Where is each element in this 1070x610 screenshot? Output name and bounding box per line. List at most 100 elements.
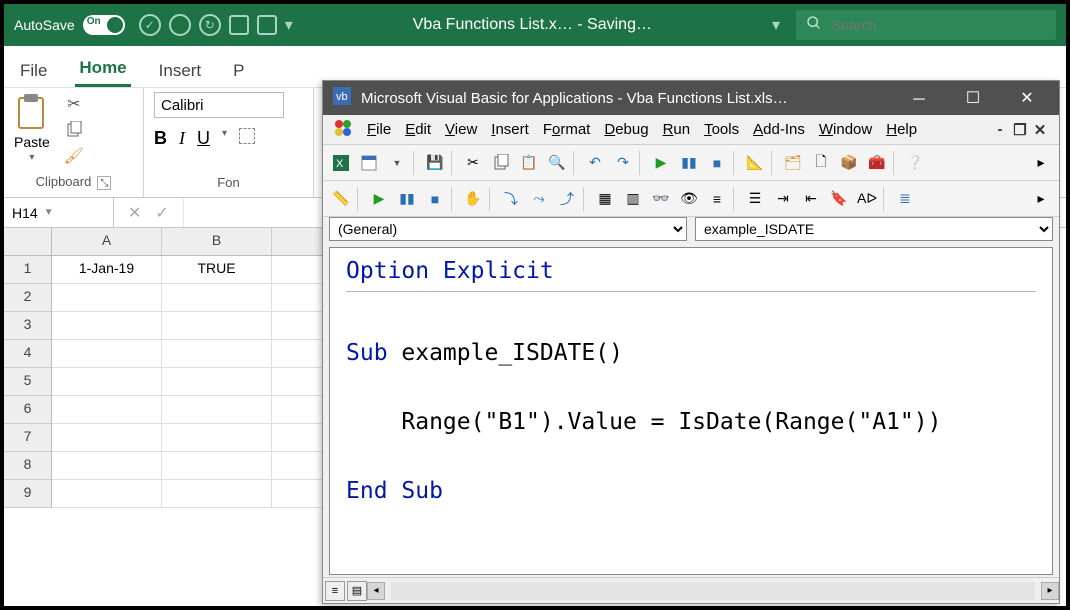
menu-tools[interactable]: Tools bbox=[704, 121, 739, 138]
menu-window[interactable]: Window bbox=[819, 121, 872, 138]
select-all-corner[interactable] bbox=[4, 228, 52, 256]
cell[interactable] bbox=[52, 368, 162, 396]
cell[interactable] bbox=[162, 368, 272, 396]
history-icon[interactable]: ↻ bbox=[199, 14, 221, 36]
enter-formula-icon[interactable]: ✓ bbox=[155, 203, 168, 223]
cancel-formula-icon[interactable]: ✕ bbox=[128, 203, 141, 223]
edit-tool-5[interactable]: Aᐅ bbox=[855, 187, 879, 211]
reset-button[interactable]: ■ bbox=[705, 151, 729, 175]
cut-button[interactable]: ✂ bbox=[60, 92, 88, 116]
step-into-button[interactable]: ⤵ bbox=[499, 187, 523, 211]
minimize-button[interactable]: － bbox=[897, 81, 941, 115]
tab-file[interactable]: File bbox=[16, 55, 51, 87]
design-mode-button[interactable]: 📐 bbox=[743, 151, 767, 175]
cell[interactable] bbox=[52, 452, 162, 480]
row-header[interactable]: 5 bbox=[4, 368, 51, 396]
comment-button[interactable]: ≣ bbox=[893, 187, 917, 211]
cell[interactable] bbox=[52, 396, 162, 424]
row-header[interactable]: 7 bbox=[4, 424, 51, 452]
row-header[interactable]: 4 bbox=[4, 340, 51, 368]
cell[interactable] bbox=[272, 368, 328, 396]
paste-button[interactable]: Paste ▾ bbox=[14, 92, 50, 168]
font-name-select[interactable] bbox=[154, 92, 284, 118]
find-button[interactable]: 🔍 bbox=[545, 151, 569, 175]
break-button[interactable]: ▮▮ bbox=[677, 151, 701, 175]
full-module-view-button[interactable]: ▤ bbox=[347, 581, 367, 601]
cell[interactable] bbox=[52, 284, 162, 312]
toolbox-button[interactable]: 🧰 bbox=[865, 151, 889, 175]
mdi-minimize-button[interactable]: - bbox=[991, 121, 1009, 139]
code-text[interactable]: Option Explicit Sub example_ISDATE() Ran… bbox=[330, 248, 1052, 515]
menu-file[interactable]: File bbox=[367, 121, 391, 138]
quick-watch-button[interactable]: 👁 bbox=[677, 187, 701, 211]
menu-view[interactable]: View bbox=[445, 121, 477, 138]
watch-button[interactable]: 👓 bbox=[649, 187, 673, 211]
dd-icon[interactable]: ▼ bbox=[385, 151, 409, 175]
run-button-2[interactable]: ▶ bbox=[367, 187, 391, 211]
cell-grid[interactable]: 1-Jan-19 TRUE bbox=[52, 256, 328, 508]
cell[interactable] bbox=[272, 312, 328, 340]
cell[interactable] bbox=[52, 480, 162, 508]
row-header[interactable]: 6 bbox=[4, 396, 51, 424]
column-header-b[interactable]: B bbox=[162, 228, 272, 255]
undo-icon[interactable] bbox=[169, 14, 191, 36]
undo-button[interactable]: ↶ bbox=[583, 151, 607, 175]
cell-c1[interactable] bbox=[272, 256, 328, 284]
break-button-2[interactable]: ▮▮ bbox=[395, 187, 419, 211]
row-header[interactable]: 2 bbox=[4, 284, 51, 312]
cell[interactable] bbox=[162, 480, 272, 508]
paste-button[interactable]: 📋 bbox=[517, 151, 541, 175]
autosave-control[interactable]: AutoSave On bbox=[14, 15, 125, 35]
cell[interactable] bbox=[272, 284, 328, 312]
menu-insert[interactable]: Insert bbox=[491, 121, 529, 138]
cell[interactable] bbox=[272, 396, 328, 424]
procedure-dropdown[interactable]: example_ISDATE bbox=[695, 217, 1053, 241]
qat-dropdown-icon[interactable]: ▾ bbox=[285, 15, 293, 35]
locals-button[interactable]: ▦ bbox=[593, 187, 617, 211]
cell[interactable] bbox=[52, 340, 162, 368]
scroll-left-button[interactable]: ◂ bbox=[367, 582, 385, 600]
paste-dropdown-icon[interactable]: ▾ bbox=[29, 152, 34, 163]
save-icon[interactable]: ✓ bbox=[139, 14, 161, 36]
edit-tool-2[interactable]: ⇥ bbox=[771, 187, 795, 211]
edit-tool-1[interactable]: ☰ bbox=[743, 187, 767, 211]
reset-button-2[interactable]: ■ bbox=[423, 187, 447, 211]
menu-run[interactable]: Run bbox=[663, 121, 691, 138]
qat-icon-2[interactable] bbox=[257, 15, 277, 35]
italic-button[interactable]: I bbox=[179, 128, 185, 149]
object-dropdown[interactable]: (General) bbox=[329, 217, 687, 241]
code-pane[interactable]: Option Explicit Sub example_ISDATE() Ran… bbox=[329, 247, 1053, 575]
row-header[interactable]: 8 bbox=[4, 452, 51, 480]
run-button[interactable]: ▶ bbox=[649, 151, 673, 175]
menu-help[interactable]: Help bbox=[886, 121, 917, 138]
redo-button[interactable]: ↷ bbox=[611, 151, 635, 175]
bold-button[interactable]: B bbox=[154, 128, 167, 149]
autosave-toggle[interactable]: On bbox=[83, 15, 125, 35]
compile-button[interactable]: 📏 bbox=[329, 187, 353, 211]
horizontal-scrollbar[interactable] bbox=[391, 582, 1035, 600]
name-box[interactable]: H14 ▼ bbox=[4, 198, 114, 227]
search-input[interactable] bbox=[832, 17, 1046, 33]
menu-edit[interactable]: Edit bbox=[405, 121, 431, 138]
copy-button[interactable] bbox=[60, 118, 88, 142]
overflow-icon-2[interactable]: ▸ bbox=[1029, 187, 1053, 211]
immediate-button[interactable]: ▥ bbox=[621, 187, 645, 211]
cell[interactable] bbox=[272, 424, 328, 452]
tab-home[interactable]: Home bbox=[75, 52, 130, 87]
call-stack-button[interactable]: ≡ bbox=[705, 187, 729, 211]
cell[interactable] bbox=[162, 452, 272, 480]
cut-button[interactable]: ✂ bbox=[461, 151, 485, 175]
maximize-button[interactable]: ☐ bbox=[951, 81, 995, 115]
step-over-button[interactable]: ⤳ bbox=[527, 187, 551, 211]
underline-button[interactable]: U bbox=[197, 128, 210, 149]
view-excel-button[interactable]: X bbox=[329, 151, 353, 175]
cell[interactable] bbox=[162, 396, 272, 424]
qat-icon-1[interactable] bbox=[229, 15, 249, 35]
cell[interactable] bbox=[52, 424, 162, 452]
menu-debug[interactable]: Debug bbox=[604, 121, 648, 138]
step-out-button[interactable]: ⤴ bbox=[555, 187, 579, 211]
insert-module-button[interactable] bbox=[357, 151, 381, 175]
project-explorer-button[interactable]: 🗂 bbox=[781, 151, 805, 175]
procedure-view-button[interactable]: ≡ bbox=[325, 581, 345, 601]
cell[interactable] bbox=[162, 340, 272, 368]
